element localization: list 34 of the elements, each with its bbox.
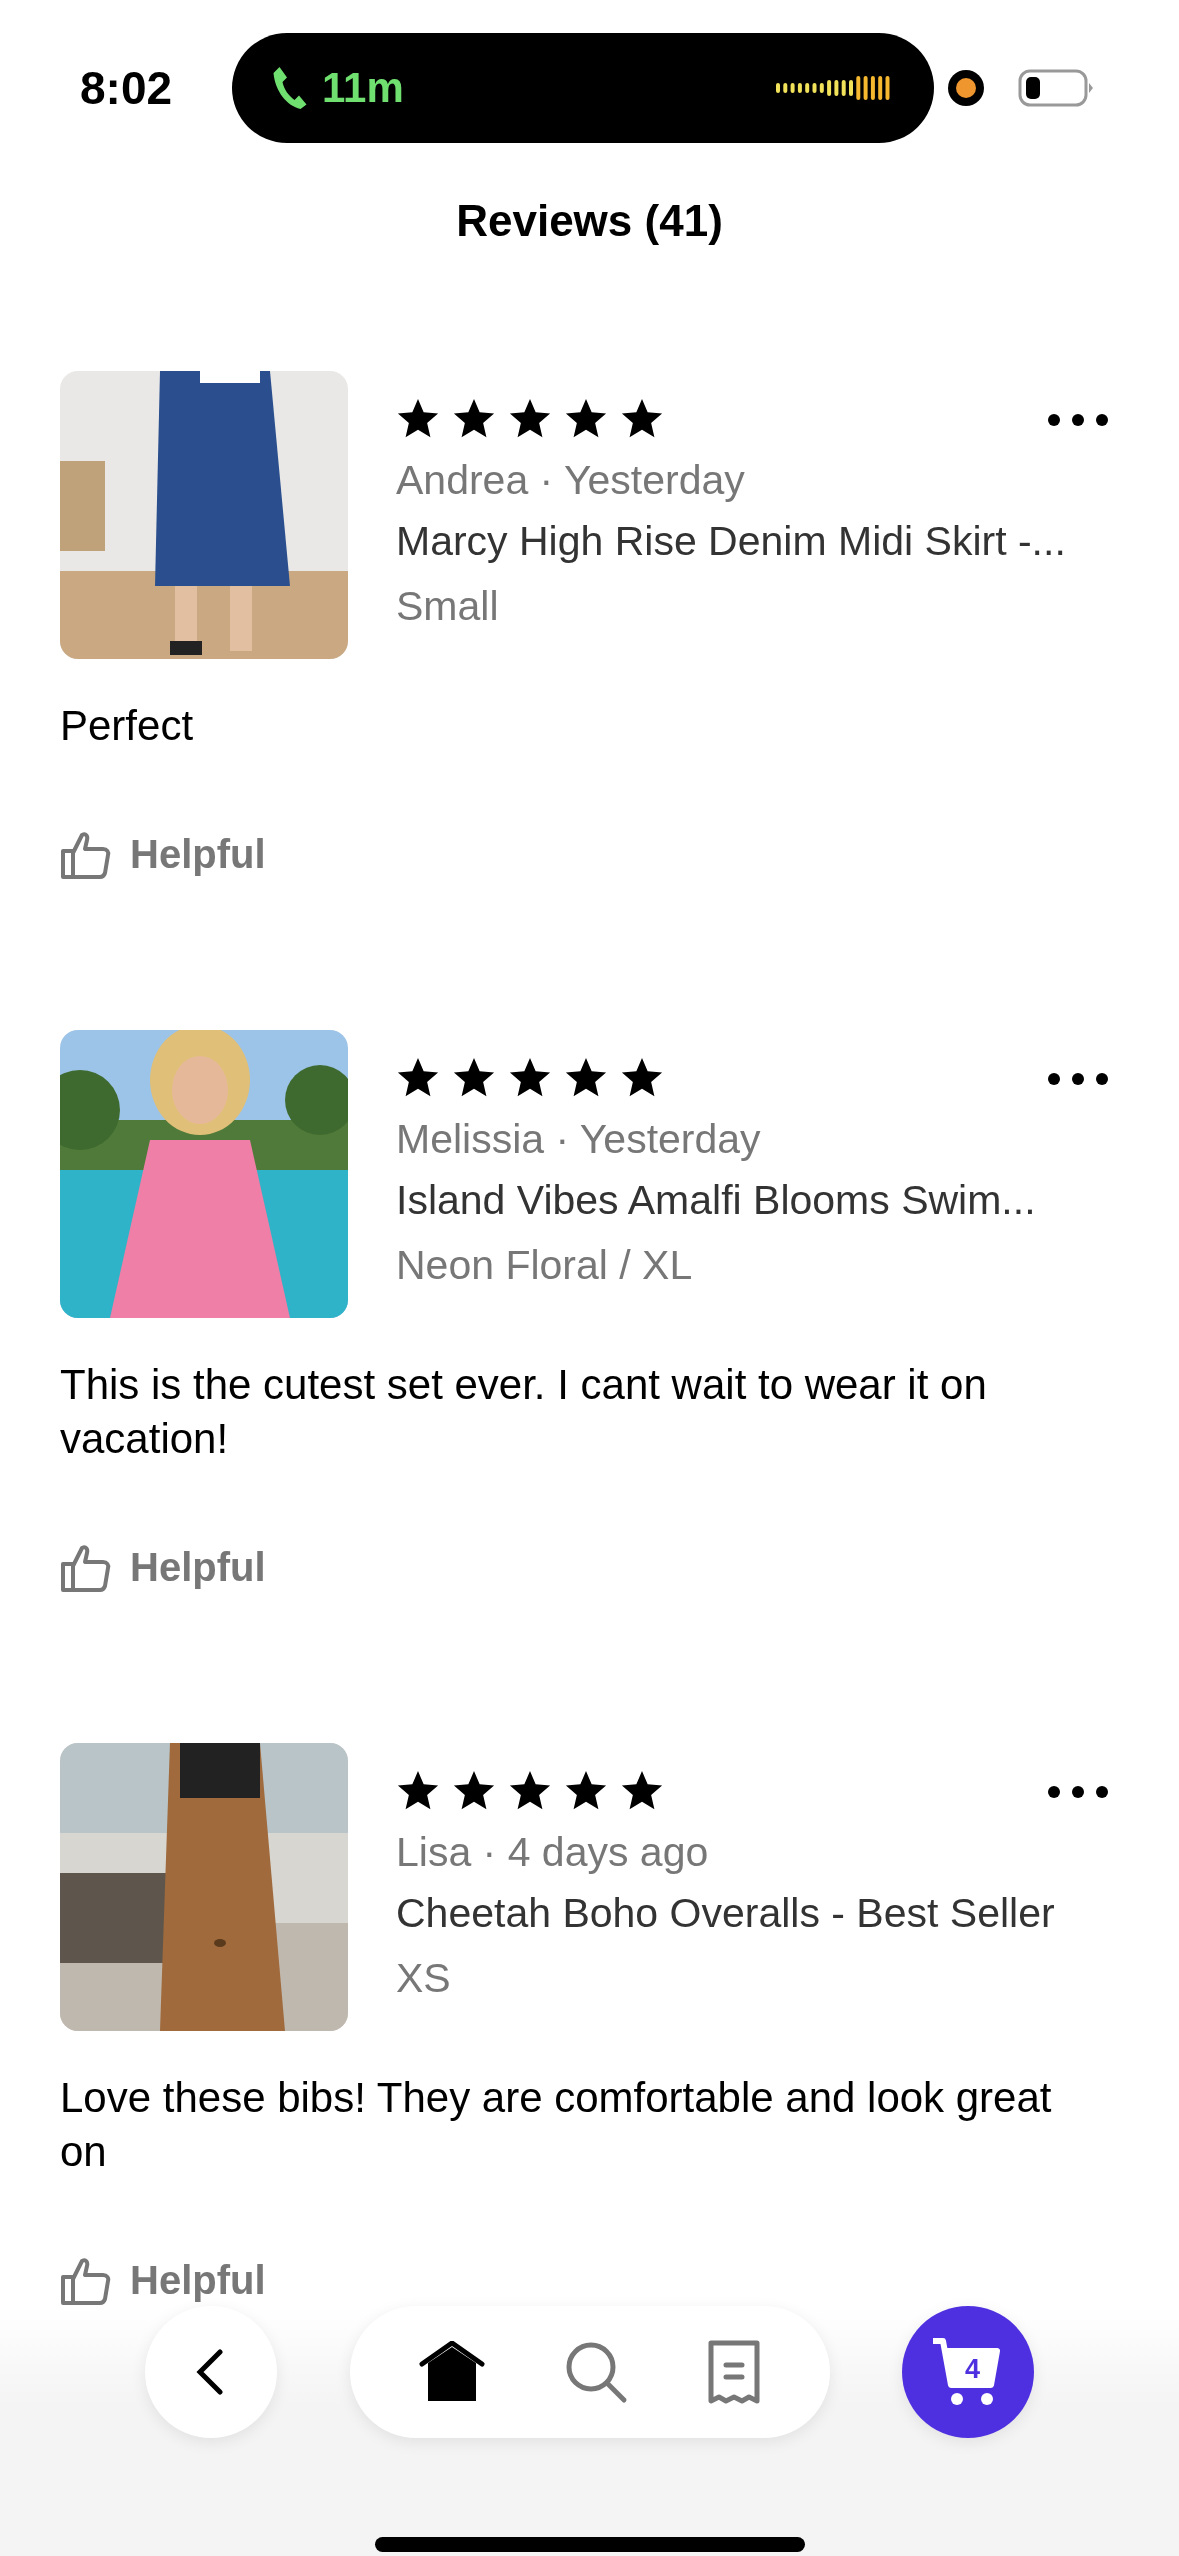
- cart-count: 4: [965, 2354, 981, 2385]
- review-author: Lisa · 4 days ago: [396, 1828, 710, 1876]
- recording-dot-icon: [948, 70, 984, 106]
- review-author: Melissia · Yesterday: [396, 1115, 762, 1163]
- review-text: Love these bibs! They are comfortable and look great on: [60, 2072, 1053, 2178]
- home-icon: [419, 2341, 486, 2403]
- search-icon: [564, 2340, 629, 2404]
- page-title: Reviews (41): [455, 196, 724, 246]
- thumbs-up-icon: [60, 2255, 112, 2306]
- receipt-icon: [707, 2340, 760, 2404]
- helpful-button[interactable]: Helpful: [60, 1542, 266, 1593]
- review-text: Perfect: [60, 701, 195, 751]
- phone-icon: [272, 65, 308, 111]
- thumbs-up-icon: [60, 1542, 112, 1593]
- product-name[interactable]: Cheetah Boho Overalls - Best Seller: [396, 1889, 1119, 1937]
- product-variant: XS: [396, 1954, 452, 2002]
- status-time: 8:02: [80, 61, 174, 115]
- product-variant: Neon Floral / XL: [396, 1241, 694, 1289]
- cart-button[interactable]: 4: [902, 2306, 1034, 2438]
- product-name[interactable]: Island Vibes Amalfi Blooms Swim...: [396, 1176, 1119, 1224]
- helpful-button[interactable]: Helpful: [60, 829, 266, 880]
- product-variant: Small: [396, 583, 500, 630]
- call-indicator[interactable]: 11m: [232, 33, 934, 143]
- thumbs-up-icon: [60, 829, 112, 880]
- product-name[interactable]: Marcy High Rise Denim Midi Skirt -...: [396, 518, 1119, 565]
- review-author: Andrea · Yesterday: [396, 457, 746, 504]
- review-text: This is the cutest set ever. I cant wait to wear it on vacation!: [60, 1359, 988, 1465]
- battery-icon: [1018, 69, 1094, 107]
- more-icon[interactable]: [1047, 413, 1109, 427]
- call-duration: 11m: [322, 64, 405, 112]
- more-icon[interactable]: [1047, 1784, 1109, 1799]
- helpful-button[interactable]: Helpful: [60, 2255, 266, 2306]
- more-icon[interactable]: [1047, 1071, 1109, 1086]
- back-icon: [196, 2349, 226, 2395]
